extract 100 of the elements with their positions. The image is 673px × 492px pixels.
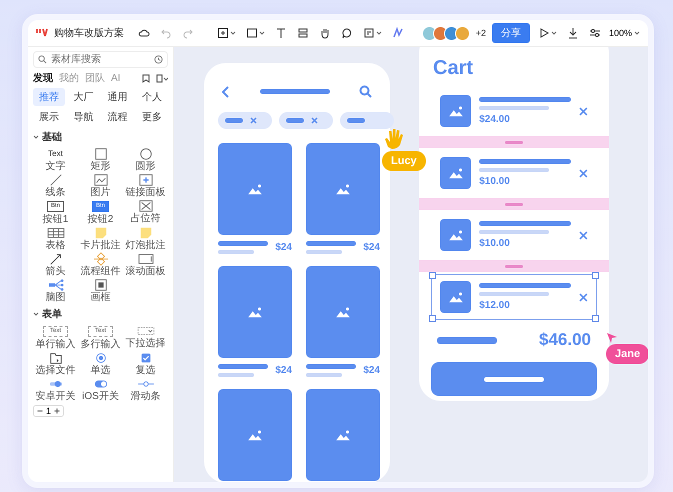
component-tile[interactable]: Text 文字 xyxy=(33,147,78,172)
category-tab[interactable]: 通用 xyxy=(102,88,134,106)
component-tile[interactable]: 复选 xyxy=(123,351,168,376)
component-tile[interactable]: 矩形 xyxy=(78,147,123,172)
item-price: $24.00 xyxy=(479,114,511,125)
history-icon[interactable] xyxy=(154,55,163,64)
text-icon[interactable] xyxy=(275,27,288,39)
close-icon[interactable] xyxy=(250,117,257,124)
panel-tab[interactable]: 发现 xyxy=(33,71,53,85)
component-tile[interactable]: 线条 xyxy=(33,173,78,198)
component-tile[interactable]: 脑图 xyxy=(33,278,78,303)
back-icon[interactable] xyxy=(222,86,230,98)
resize-handle[interactable] xyxy=(592,272,599,279)
comment-icon[interactable] xyxy=(341,27,354,39)
phone-icon[interactable] xyxy=(156,74,168,82)
category-tab[interactable]: 导航 xyxy=(67,108,100,126)
plus-icon[interactable] xyxy=(54,408,60,414)
caret-icon[interactable] xyxy=(634,30,640,36)
hand-icon[interactable] xyxy=(319,27,332,39)
product-detail-bar xyxy=(306,373,342,377)
file-title[interactable]: 购物车改版方案 xyxy=(54,26,124,40)
minus-icon[interactable] xyxy=(37,408,43,414)
filter-chip[interactable] xyxy=(340,112,394,129)
item-detail-bar xyxy=(479,230,550,234)
caret-icon[interactable] xyxy=(376,30,382,36)
product-name-bar xyxy=(218,241,268,246)
avatar[interactable] xyxy=(454,26,470,40)
note-icon[interactable] xyxy=(363,27,376,39)
cart-title: Cart xyxy=(433,57,474,80)
image-icon xyxy=(246,428,264,442)
section-header[interactable]: 表单 xyxy=(33,307,168,321)
close-icon[interactable] xyxy=(311,117,318,124)
category-tab[interactable]: 流程 xyxy=(102,108,134,126)
component-tile[interactable]: 卡片批注 xyxy=(78,226,123,251)
component-tile[interactable]: 下拉选择 xyxy=(123,324,168,350)
resize-handle[interactable] xyxy=(429,272,436,279)
share-button[interactable]: 分享 xyxy=(492,23,530,43)
item-detail-bar xyxy=(479,106,550,110)
caret-icon[interactable] xyxy=(259,30,266,36)
category-tab[interactable]: 推荐 xyxy=(33,88,66,106)
component-tile[interactable]: 链接面板 xyxy=(123,173,168,198)
search-icon xyxy=(38,55,47,64)
app-logo-icon[interactable] xyxy=(36,26,48,36)
product-price: $24 xyxy=(363,365,380,376)
close-icon[interactable] xyxy=(579,292,588,302)
component-tile[interactable]: iOS开关 xyxy=(78,377,123,402)
play-icon[interactable] xyxy=(538,27,550,39)
section-header[interactable]: 基础 xyxy=(33,130,168,144)
frame-icon[interactable] xyxy=(217,27,230,39)
page-stepper[interactable]: 1 xyxy=(33,405,64,417)
image-icon xyxy=(334,428,352,442)
component-tile[interactable]: 滑动条 xyxy=(123,377,168,402)
chip-label-bar xyxy=(286,118,304,123)
category-tab[interactable]: 展示 xyxy=(33,108,66,126)
download-icon[interactable] xyxy=(566,27,579,39)
component-icon[interactable] xyxy=(297,27,310,39)
total-label-bar xyxy=(437,336,497,344)
category-tab[interactable]: 更多 xyxy=(136,108,168,126)
product-detail-bar xyxy=(218,373,254,377)
filter-chip[interactable] xyxy=(279,112,333,129)
close-icon[interactable] xyxy=(579,168,588,178)
component-tile[interactable]: 图片 xyxy=(78,173,123,198)
resize-handle[interactable] xyxy=(592,315,599,322)
category-tab[interactable]: 个人 xyxy=(136,88,168,106)
caret-icon[interactable] xyxy=(550,30,557,36)
category-tab[interactable]: 大厂 xyxy=(67,88,100,106)
undo-icon[interactable] xyxy=(160,27,172,39)
component-tile[interactable]: 箭头 xyxy=(33,252,78,277)
component-tile[interactable]: 占位符 xyxy=(123,199,168,225)
bookmark-icon[interactable] xyxy=(142,74,150,82)
zoom-dropdown[interactable]: 100% xyxy=(608,28,640,38)
filter-chip[interactable] xyxy=(218,112,272,129)
product-detail-bar xyxy=(306,250,342,254)
component-tile[interactable]: 灯泡批注 xyxy=(123,226,168,251)
component-tile[interactable]: 滚动面板 xyxy=(123,252,168,277)
ai-icon[interactable] xyxy=(392,27,404,39)
cloud-icon[interactable] xyxy=(138,27,150,39)
collaborator-count[interactable]: +2 xyxy=(476,28,486,38)
resize-handle[interactable] xyxy=(429,315,436,322)
component-tile[interactable]: 安卓开关 xyxy=(33,377,78,402)
hand-cursor-icon xyxy=(382,127,406,151)
cart-total: $46.00 xyxy=(539,330,591,350)
component-tile[interactable]: 选择文件 xyxy=(33,351,78,376)
close-icon[interactable] xyxy=(579,230,588,240)
settings-icon[interactable] xyxy=(588,27,601,39)
redo-icon[interactable] xyxy=(182,27,194,39)
checkout-button[interactable] xyxy=(431,362,597,396)
component-tile[interactable]: 画框 xyxy=(78,278,123,303)
avatar[interactable] xyxy=(422,26,437,40)
component-tile[interactable]: 圆形 xyxy=(123,147,168,172)
component-tile[interactable]: 单选 xyxy=(78,351,123,376)
close-icon[interactable] xyxy=(579,106,588,116)
chip-label-bar xyxy=(225,118,243,123)
rectangle-icon[interactable] xyxy=(246,27,258,39)
caret-icon[interactable] xyxy=(230,30,236,36)
image-icon xyxy=(334,305,352,319)
component-tile[interactable]: 流程组件 xyxy=(78,252,123,277)
component-tile[interactable]: 表格 xyxy=(33,226,78,251)
search-icon[interactable] xyxy=(359,85,372,98)
image-icon xyxy=(246,305,264,319)
